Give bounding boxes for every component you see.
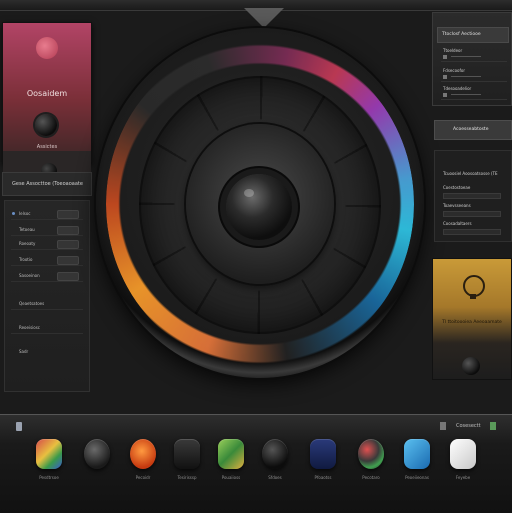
right-mid-button[interactable]: Acoesseabtoste — [434, 120, 512, 140]
document-icon[interactable] — [16, 422, 22, 431]
list-item-label: Ttoeldeor — [443, 48, 463, 53]
dock-app[interactable]: Peoeiieonas — [400, 439, 434, 489]
right-mid-label: Acoesseabtoste — [453, 127, 489, 132]
status-indicator-icon — [490, 422, 496, 430]
white-gem-icon — [450, 439, 476, 469]
dock-app[interactable] — [80, 439, 114, 489]
paintbrush-icon — [404, 439, 430, 469]
list-item-label: Trootio — [19, 257, 33, 262]
dark-orb-icon — [262, 439, 288, 469]
list-item-label: Reoeisiosc — [19, 325, 41, 330]
value-field[interactable] — [57, 256, 79, 265]
sphere-icon — [84, 439, 110, 469]
dock-app-label: Sfdoes — [268, 475, 282, 480]
dial-lens-icon[interactable] — [226, 174, 292, 240]
list-item-label: Fdsecoofor — [443, 68, 465, 73]
status-dot-icon — [36, 37, 58, 59]
color-dots-icon — [358, 439, 384, 469]
idea-card-label: Tl ttoitoooiea Aeeoaamate — [442, 320, 502, 325]
right-list-panel: Tcuoosiel Aoosoatsosse (TE Coestostoeae … — [434, 150, 512, 242]
profile-knob[interactable] — [35, 114, 57, 136]
dock-app-label: Tesirisssp — [177, 475, 197, 480]
profile-card[interactable]: Oosaidem Assictes — [2, 22, 92, 189]
dropdown-caret-icon[interactable] — [244, 8, 284, 28]
list-item[interactable]: Ttoeldeor — [441, 47, 507, 62]
list-item[interactable]: Coosadaltaers — [441, 219, 505, 235]
list-item[interactable]: Coestostoeae — [441, 183, 505, 199]
divider — [451, 94, 481, 95]
left-panel-header[interactable]: Gese Assocttoe (Toeoaoaate — [2, 172, 92, 196]
list-item-label: Coestostoeae — [443, 185, 471, 190]
connection-status: Cosesectt — [456, 423, 481, 429]
cube-icon — [218, 439, 244, 469]
dock-app-label: Pfoaotss — [314, 475, 332, 480]
list-item-label: Qeaetsatoes — [19, 301, 45, 306]
dock-app-label: Pecoidr — [135, 475, 151, 480]
list-item[interactable]: Ielsoc — [11, 209, 83, 220]
value-field[interactable] — [57, 272, 79, 281]
checkbox-icon[interactable] — [443, 55, 447, 59]
dock-app[interactable]: Pfoaotss — [306, 439, 340, 489]
dock-app[interactable]: Sfdoes — [258, 439, 292, 489]
list-item-label: Tdesooadelior — [443, 86, 472, 91]
idea-knob[interactable] — [462, 357, 480, 375]
dock-app-label: Pecotaro — [362, 475, 380, 480]
list-item-label: Sadr — [19, 349, 29, 354]
bookmark-icon — [174, 439, 200, 469]
pencil-icon — [130, 439, 156, 469]
list-item-label: Toaevsseeans — [443, 203, 471, 208]
idea-card[interactable]: Tl ttoitoooiea Aeeoaamate — [432, 258, 512, 380]
divider — [451, 76, 481, 77]
right-top-panel: Ttoclosf Aectiooe Ttoeldeor Fdsecoofor T… — [432, 12, 512, 106]
list-item[interactable]: Toaevsseeans — [441, 201, 505, 217]
list-item[interactable]: Tdesooadelior — [441, 85, 507, 100]
gem-icon — [36, 439, 62, 469]
value-field[interactable] — [57, 240, 79, 249]
right-top-header[interactable]: Ttoclosf Aectiooe — [437, 27, 509, 43]
dock-app[interactable]: Pouaiioss — [214, 439, 248, 489]
list-item-label: Coosadaltaers — [443, 221, 472, 226]
book-icon — [310, 439, 336, 469]
lightbulb-icon — [463, 275, 485, 299]
list-item-label: Roeoaty — [19, 241, 36, 246]
dock-app-label: Feyebe — [455, 475, 471, 480]
list-item[interactable]: Tetoeau — [11, 225, 83, 236]
list-item-label: Tetoeau — [19, 227, 35, 232]
divider — [451, 56, 481, 57]
dock-app[interactable]: Pecoidr — [126, 439, 160, 489]
checkbox-icon[interactable] — [443, 93, 447, 97]
dock-app[interactable]: Pecotaro — [354, 439, 388, 489]
value-bar[interactable] — [443, 193, 501, 199]
value-field[interactable] — [57, 210, 79, 219]
list-item-label: Ielsoc — [19, 211, 31, 216]
list-item-label: Sasoeinon — [19, 273, 40, 278]
dock-app-label: Peoeiieonas — [405, 475, 429, 480]
dock-app-label: Pesdtrsoe — [39, 475, 59, 480]
bullet-icon — [12, 212, 15, 215]
value-field[interactable] — [57, 226, 79, 235]
dock-app[interactable]: Tesirisssp — [170, 439, 204, 489]
window-icon[interactable] — [440, 422, 446, 430]
dock-app[interactable]: Feyebe — [446, 439, 480, 489]
profile-card-title: Oosaidem — [26, 89, 68, 98]
dock-app-label: Pouaiioss — [221, 475, 241, 480]
dock-toolbar: Cosesectt — [10, 420, 502, 434]
settings-list: Ielsoc Tetoeau Roeoaty Trootio Sasoeinon… — [4, 200, 90, 392]
list-item[interactable]: Qeaetsatoes — [11, 299, 83, 310]
list-item[interactable]: Roeoaty — [11, 239, 83, 250]
app-dock: Cosesectt Pesdtrsoe Pecoidr Tesirisssp P… — [0, 414, 512, 513]
list-item[interactable]: Fdsecoofor — [441, 67, 507, 82]
list-item[interactable]: Sasoeinon — [11, 271, 83, 282]
list-item[interactable]: Reoeisiosc — [11, 323, 83, 334]
value-bar[interactable] — [443, 229, 501, 235]
value-bar[interactable] — [443, 211, 501, 217]
left-panel-header-label: Gese Assocttoe (Toeoaoaate — [12, 181, 83, 187]
checkbox-icon[interactable] — [443, 75, 447, 79]
profile-card-subtitle: Assictes — [36, 144, 58, 150]
right-top-title: Ttoclosf Aectiooe — [442, 32, 481, 37]
list-item[interactable]: Sadr — [11, 347, 83, 357]
list-item-label: Tcuoosiel Aoosoatsosse (TE — [443, 171, 498, 176]
dock-app[interactable]: Pesdtrsoe — [32, 439, 66, 489]
list-item[interactable]: Trootio — [11, 255, 83, 266]
